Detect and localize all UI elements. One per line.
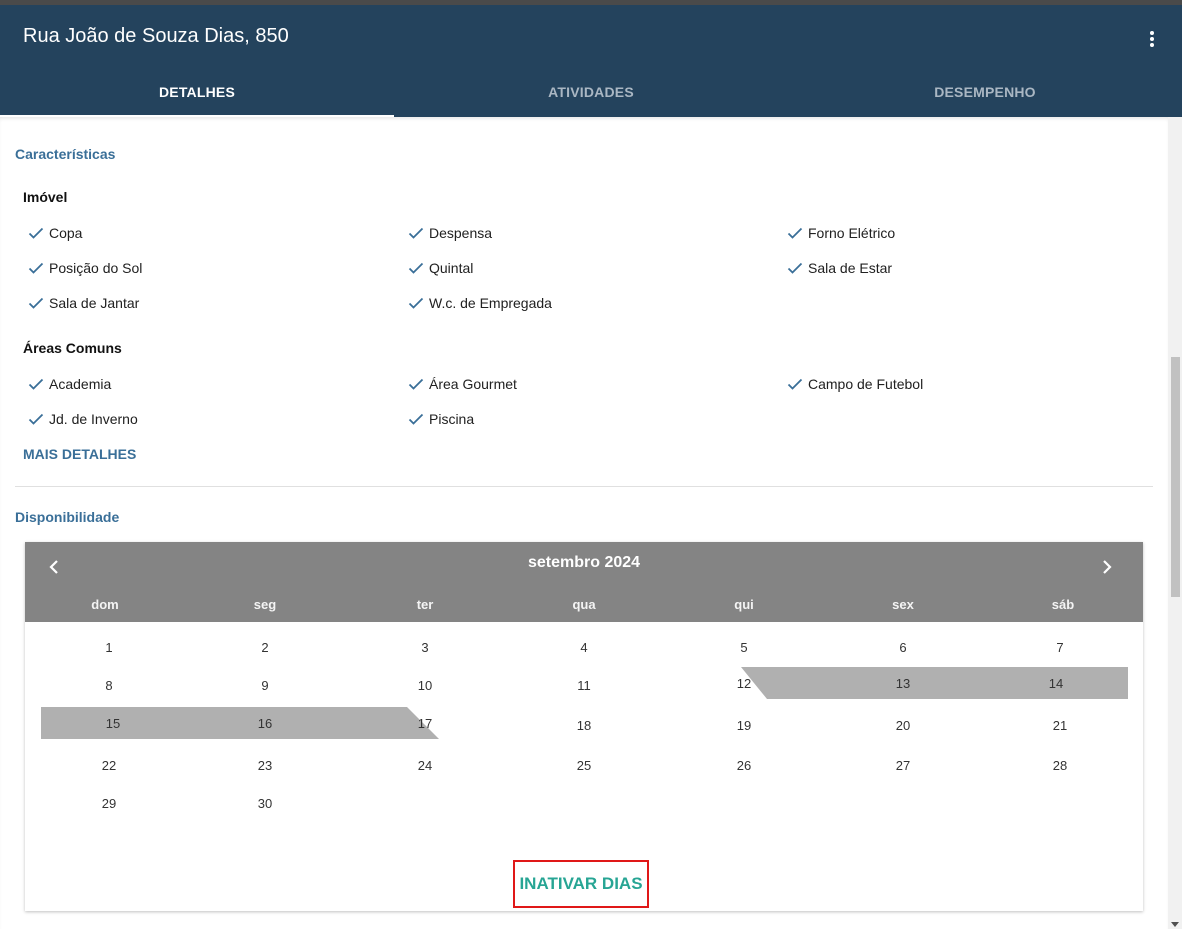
calendar-day[interactable]: 25 (564, 758, 604, 773)
check-icon (408, 262, 424, 274)
calendar-day[interactable]: 3 (405, 640, 445, 655)
check-icon (408, 413, 424, 425)
details-content: Características Imóvel Copa Despensa Forno… (0, 117, 1168, 929)
check-icon (408, 297, 424, 309)
feature-label: Academia (49, 376, 112, 392)
check-icon (408, 227, 424, 239)
inativar-dias-button[interactable]: INATIVAR DIAS (513, 860, 649, 908)
tab-atividades[interactable]: ATIVIDADES (394, 75, 788, 115)
feature-label: W.c. de Empregada (429, 295, 552, 311)
calendar-day[interactable]: 24 (405, 758, 445, 773)
availability-calendar: setembro 2024 dom seg ter qua qui sex sáb 1234… (25, 542, 1143, 911)
weekday-label: qui (734, 597, 754, 612)
check-icon (28, 227, 44, 239)
calendar-day[interactable]: 20 (883, 718, 923, 733)
calendar-day[interactable]: 13 (883, 676, 923, 691)
check-icon (787, 262, 803, 274)
group-title-imovel: Imóvel (23, 189, 68, 205)
calendar-day[interactable]: 28 (1040, 758, 1080, 773)
check-icon (28, 378, 44, 390)
calendar-day[interactable]: 14 (1036, 676, 1076, 691)
calendar-day[interactable]: 15 (93, 716, 133, 731)
chevron-left-icon[interactable] (43, 556, 67, 578)
app-header: Rua João de Souza Dias, 850 DETALHES ATI… (0, 5, 1182, 118)
calendar-day[interactable]: 4 (564, 640, 604, 655)
more-vertical-icon[interactable] (1140, 27, 1164, 51)
calendar-day[interactable]: 17 (405, 716, 445, 731)
feature-label: Despensa (429, 225, 493, 241)
tab-desempenho[interactable]: DESEMPENHO (788, 75, 1182, 115)
calendar-day[interactable]: 21 (1040, 718, 1080, 733)
calendar-day[interactable]: 23 (245, 758, 285, 773)
calendar-header: setembro 2024 dom seg ter qua qui sex sáb (25, 542, 1143, 622)
calendar-day[interactable]: 9 (245, 678, 285, 693)
check-icon (787, 227, 803, 239)
calendar-day[interactable]: 12 (724, 676, 764, 691)
section-divider (15, 486, 1153, 487)
calendar-day[interactable]: 6 (883, 640, 923, 655)
calendar-day[interactable]: 8 (89, 678, 129, 693)
calendar-month-label: setembro 2024 (527, 554, 641, 571)
check-icon (28, 297, 44, 309)
section-title-caracteristicas: Características (15, 146, 116, 162)
vertical-scrollbar[interactable] (1168, 117, 1182, 929)
calendar-day[interactable]: 18 (564, 718, 604, 733)
check-icon (28, 262, 44, 274)
calendar-day[interactable]: 2 (245, 640, 285, 655)
scrollbar-thumb[interactable] (1171, 357, 1180, 597)
calendar-day[interactable]: 26 (724, 758, 764, 773)
calendar-day[interactable]: 5 (724, 640, 764, 655)
weekday-label: dom (91, 597, 119, 612)
feature-label: Jd. de Inverno (49, 411, 138, 427)
check-icon (408, 378, 424, 390)
tab-detalhes[interactable]: DETALHES (0, 75, 394, 115)
group-title-areas-comuns: Áreas Comuns (23, 340, 122, 356)
check-icon (787, 378, 803, 390)
mais-detalhes-link[interactable]: MAIS DETALHES (23, 446, 136, 462)
calendar-day[interactable]: 1 (89, 640, 129, 655)
weekday-label: seg (253, 597, 277, 612)
section-title-disponibilidade: Disponibilidade (15, 509, 120, 525)
feature-label: Campo de Futebol (808, 376, 924, 392)
calendar-day[interactable]: 16 (245, 716, 285, 731)
page-title: Rua João de Souza Dias, 850 (23, 25, 289, 47)
calendar-day[interactable]: 30 (245, 796, 285, 811)
check-icon (28, 413, 44, 425)
calendar-day[interactable]: 10 (405, 678, 445, 693)
weekday-label: sex (892, 597, 914, 612)
feature-label: Área Gourmet (429, 376, 517, 392)
weekday-label: sáb (1051, 597, 1075, 612)
weekday-label: ter (416, 597, 434, 612)
calendar-day[interactable]: 19 (724, 718, 764, 733)
calendar-day[interactable]: 22 (89, 758, 129, 773)
feature-label: Copa (49, 225, 83, 241)
feature-label: Quintal (429, 260, 474, 276)
feature-label: Sala de Estar (808, 260, 893, 276)
calendar-day[interactable]: 27 (883, 758, 923, 773)
calendar-day[interactable]: 7 (1040, 640, 1080, 655)
scroll-down-arrow-icon[interactable] (1171, 922, 1179, 927)
feature-label: Piscina (429, 411, 475, 427)
chevron-right-icon[interactable] (1095, 556, 1119, 578)
feature-label: Forno Elétrico (808, 225, 896, 241)
weekday-label: qua (572, 597, 596, 612)
feature-label: Posição do Sol (49, 260, 143, 276)
calendar-day[interactable]: 11 (564, 678, 604, 693)
calendar-day[interactable]: 29 (89, 796, 129, 811)
feature-label: Sala de Jantar (49, 295, 140, 311)
